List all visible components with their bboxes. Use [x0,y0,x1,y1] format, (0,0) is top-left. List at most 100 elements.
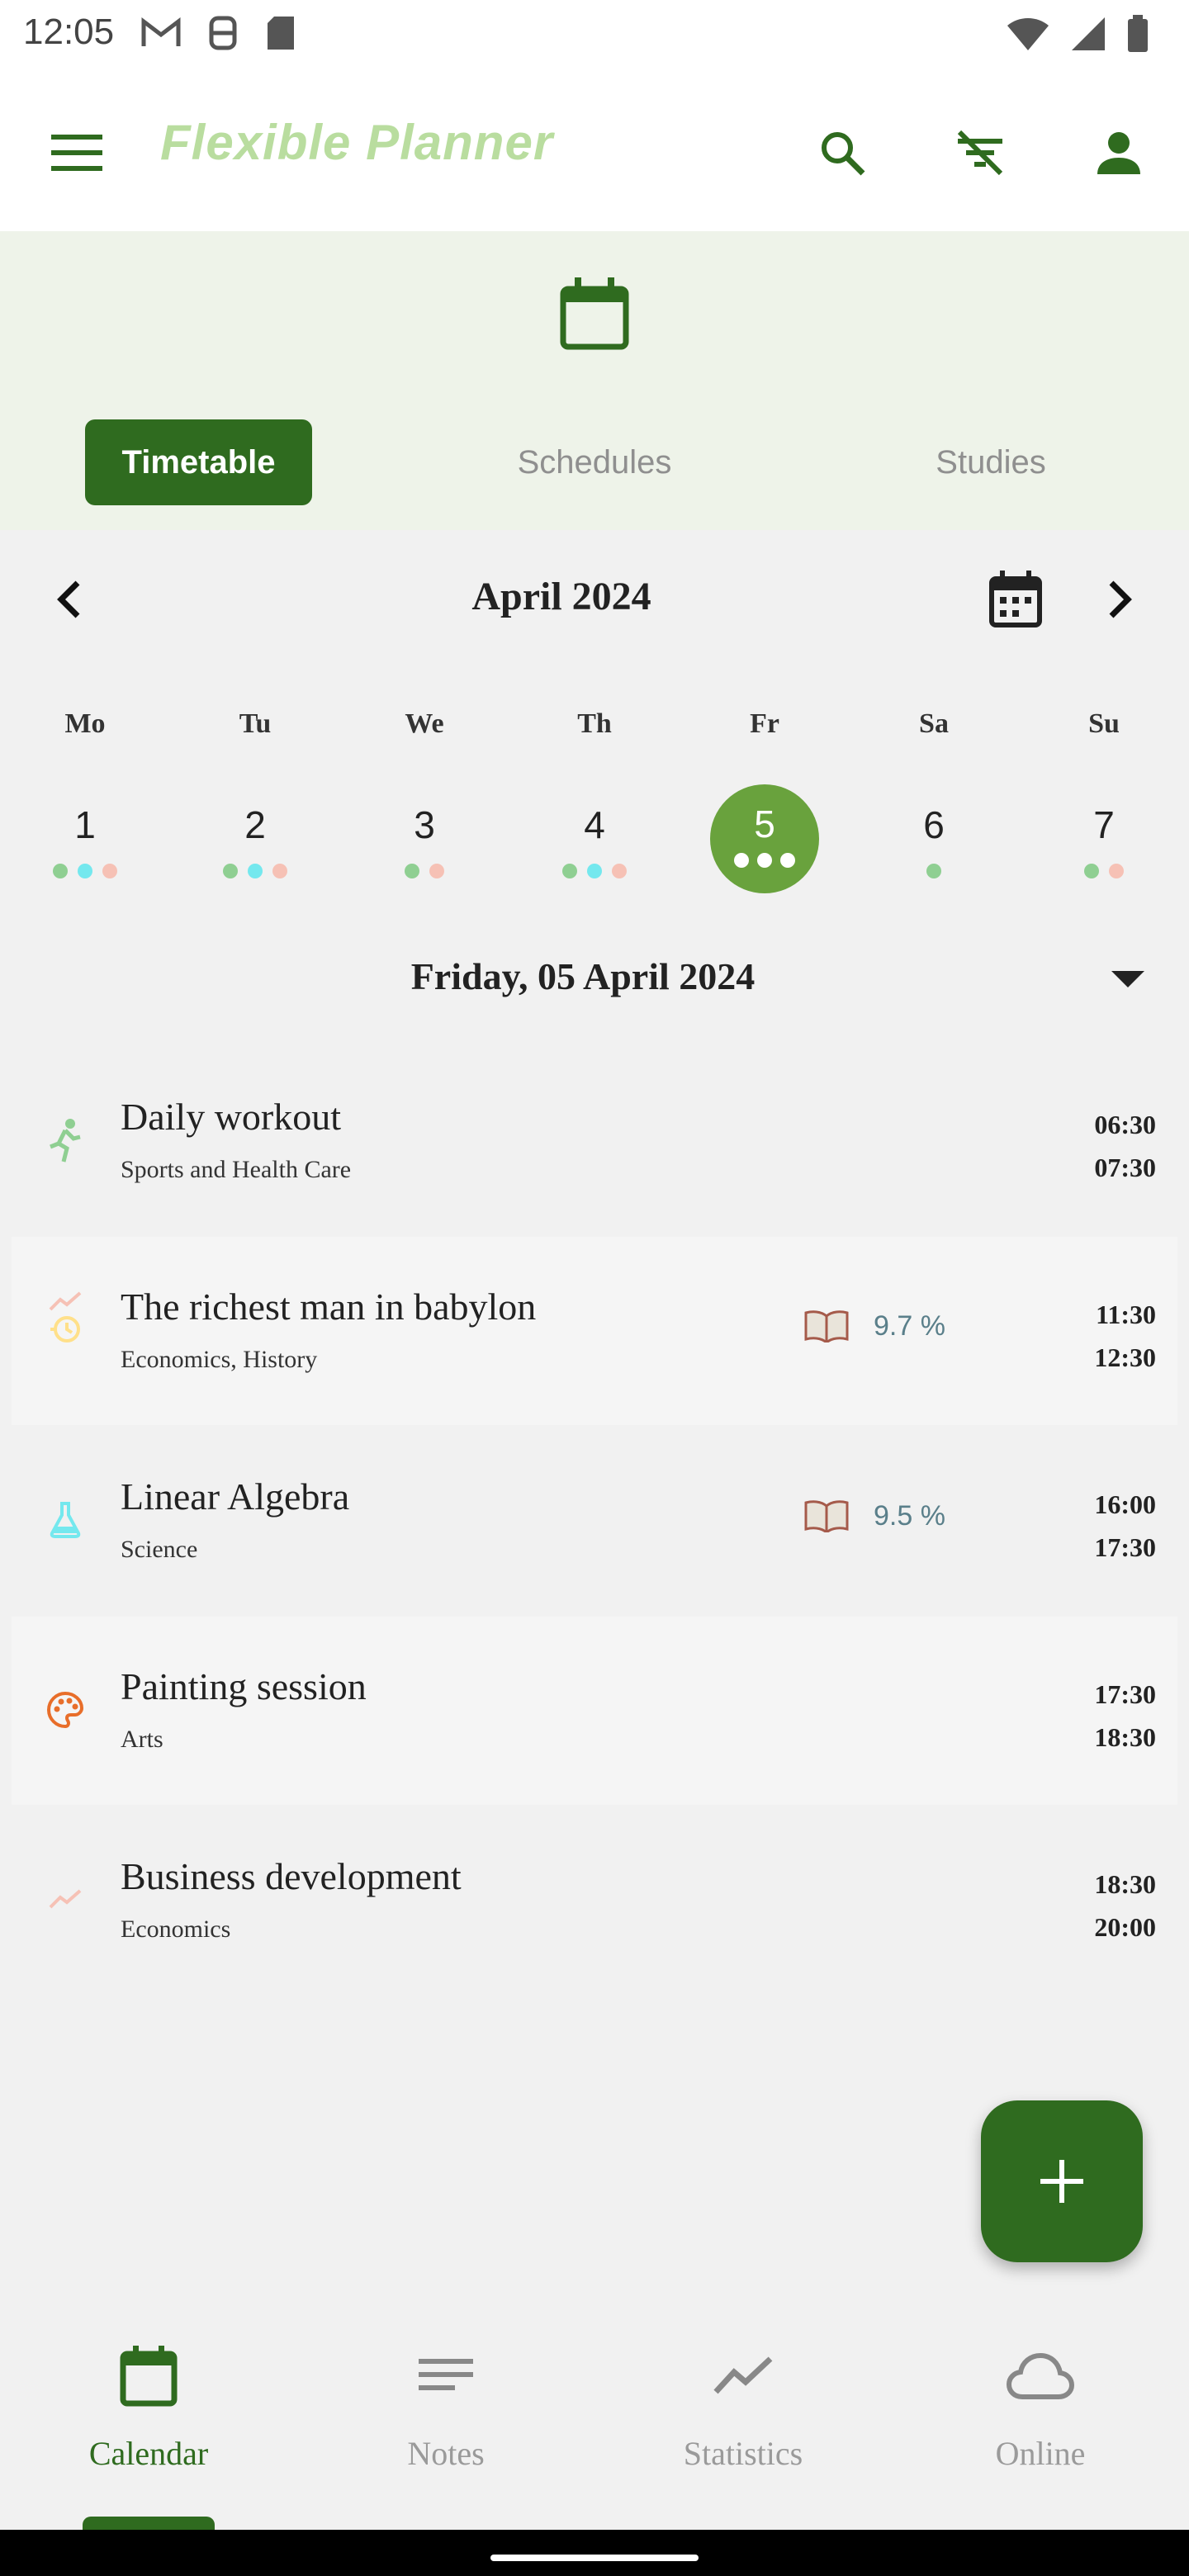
run-icon [36,1111,94,1169]
event-item[interactable]: Linear Algebra Science 9.5 % 16:00 17:30 [12,1427,1177,1615]
event-item[interactable]: Business development Economics 18:30 20:… [12,1807,1177,1995]
tab-timetable[interactable]: Timetable [85,419,312,505]
selected-date-label: Friday, 05 April 2024 [410,955,756,997]
reading-progress: 9.5 % [804,1499,945,1532]
event-category: Economics, History [121,1346,318,1373]
event-title: Painting session [121,1665,367,1707]
reading-progress: 9.7 % [804,1309,945,1342]
month-title: April 2024 [471,575,651,618]
nav-online-label: Online [995,2435,1086,2472]
hamburger-menu-icon [51,135,102,171]
filter-off-icon [957,130,1003,176]
event-end-time: 17:30 [1094,1532,1156,1562]
event-start-time: 18:30 [1094,1869,1156,1899]
weekday-label: Su [1088,708,1120,739]
tab-studies[interactable]: Studies [867,419,1115,505]
cloud-icon [1006,2342,1075,2411]
category-dot [102,864,117,878]
event-dots [1054,864,1153,878]
selected-date-row[interactable]: Friday, 05 April 2024 [0,941,1189,1016]
nav-calendar[interactable]: Calendar [0,2342,297,2507]
category-dot [926,864,941,878]
signal-icon [1072,17,1105,50]
trend-icon [36,1290,94,1347]
nav-statistics-label: Statistics [683,2435,803,2472]
event-start-time: 16:00 [1094,1489,1156,1519]
event-title: Business development [121,1855,462,1897]
reading-progress-value: 9.5 % [874,1499,945,1532]
event-time: 06:30 07:30 [1094,1103,1156,1189]
event-title: The richest man in babylon [121,1286,537,1328]
event-start-time: 06:30 [1094,1110,1156,1139]
category-dot [1109,864,1124,878]
category-dot [405,864,419,878]
event-dots [545,864,644,878]
category-dot [612,864,627,878]
category-dot [562,864,577,878]
selected-day-number: 5 [754,803,775,845]
next-month-button[interactable] [1087,566,1153,632]
event-dots [884,864,983,878]
reading-progress-value: 9.7 % [874,1309,945,1342]
day-cell-4[interactable]: 4 [545,803,644,847]
sd-card-icon [268,17,294,50]
category-dot [587,864,602,878]
event-item[interactable]: Daily workout Sports and Health Care 06:… [12,1047,1177,1235]
day-cell-7[interactable]: 7 [1054,803,1153,847]
nav-notes[interactable]: Notes [297,2342,594,2507]
day-cell-5-selected[interactable]: 5 [710,784,819,893]
event-dots [734,853,795,868]
event-time: 16:00 17:30 [1094,1483,1156,1569]
event-start-time: 17:30 [1094,1679,1156,1709]
calendar-icon [114,2342,183,2411]
tab-schedules[interactable]: Schedules [471,419,718,505]
category-dot [223,864,238,878]
status-notification-icons [140,15,297,51]
date-picker-button[interactable] [983,566,1049,632]
category-dot [780,853,795,868]
category-dot [53,864,68,878]
day-cell-2[interactable]: 2 [206,803,305,847]
event-time: 17:30 18:30 [1094,1673,1156,1759]
event-item[interactable]: The richest man in babylon Economics, Hi… [12,1237,1177,1425]
event-dots [375,864,474,878]
search-button[interactable] [813,124,871,182]
category-dot [272,864,287,878]
nav-online[interactable]: Online [892,2342,1189,2507]
category-dot [757,853,772,868]
account-button[interactable] [1090,124,1148,182]
status-bar: 12:05 [0,0,1189,74]
dropdown-caret-icon[interactable] [1111,971,1144,987]
event-end-time: 12:30 [1094,1342,1156,1372]
day-cell-3[interactable]: 3 [375,803,474,847]
calendar-icon [560,277,629,350]
weekday-label: We [405,708,444,739]
weekday-label: Fr [750,708,779,739]
filter-off-button[interactable] [951,124,1009,182]
person-icon [1097,132,1140,174]
nav-notes-label: Notes [407,2435,485,2472]
open-book-icon [804,1500,849,1532]
category-tabs-area: Timetable Schedules Studies [0,231,1189,530]
app-bar: Flexible Planner [0,74,1189,231]
nav-statistics[interactable]: Statistics [594,2342,892,2507]
home-gesture-handle[interactable] [490,2555,699,2561]
event-item[interactable]: Painting session Arts 17:30 18:30 [12,1617,1177,1805]
active-nav-indicator [83,2517,215,2530]
flask-icon [36,1491,94,1549]
event-category: Arts [121,1726,163,1753]
month-navigation: April 2024 [0,530,1189,637]
day-cell-1[interactable]: 1 [36,803,135,847]
day-cell-6[interactable]: 6 [884,803,983,847]
search-icon [822,132,865,176]
event-end-time: 20:00 [1094,1912,1156,1942]
add-event-button[interactable] [981,2100,1143,2262]
open-book-icon [804,1310,849,1342]
app-notification-icon [209,16,237,50]
weekday-label: Sa [919,708,949,739]
menu-button[interactable] [50,128,106,178]
notes-icon [411,2342,481,2411]
event-end-time: 07:30 [1094,1153,1156,1182]
weekday-label: Mo [64,708,106,739]
event-title: Linear Algebra [121,1475,350,1518]
